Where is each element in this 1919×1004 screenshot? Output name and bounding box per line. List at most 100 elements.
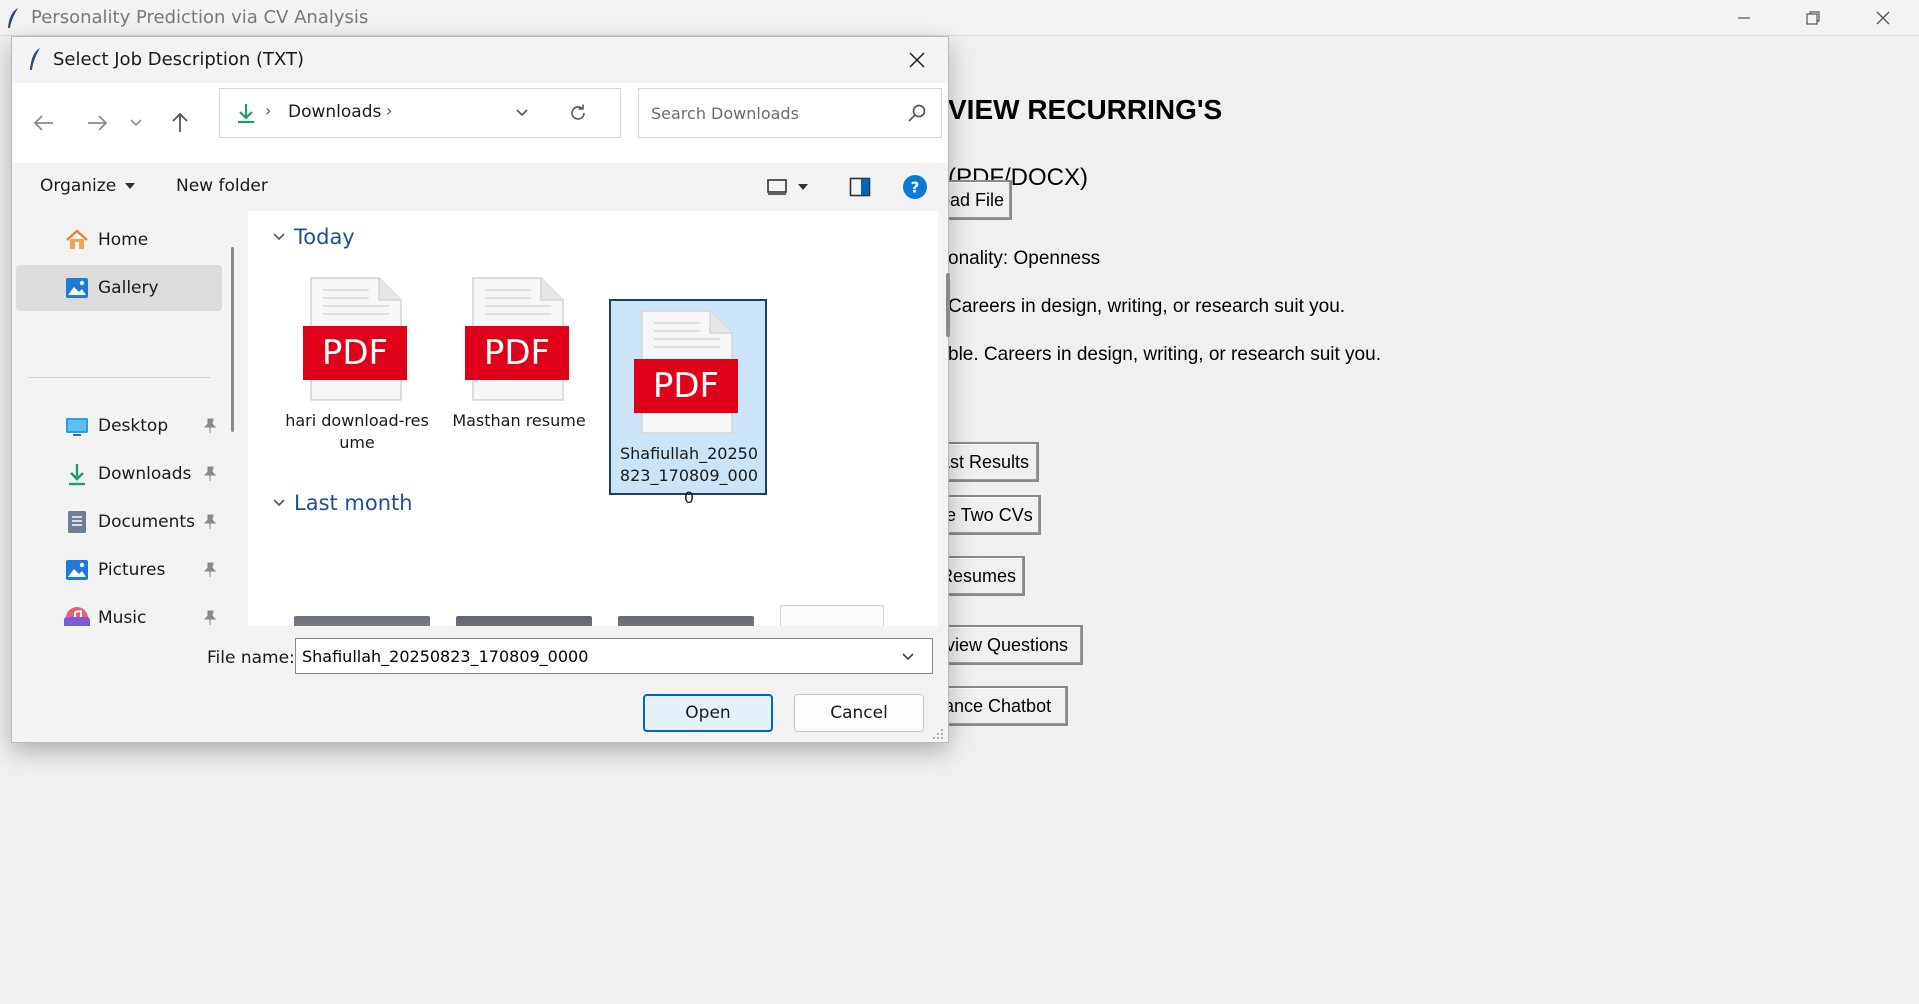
documents-icon <box>68 511 86 533</box>
nav-item-label: Pictures <box>98 560 166 580</box>
app-titlebar: Personality Prediction via CV Analysis <box>0 0 1919 36</box>
file-name: Shafiullah_20250823_170809_0000 <box>619 444 759 507</box>
group-header-label: Today <box>294 225 355 249</box>
pin-icon[interactable] <box>202 514 218 530</box>
guidance-chatbot-button[interactable]: lance Chatbot <box>930 686 1068 726</box>
file-type-label: PDF <box>322 333 388 373</box>
group-header-last-month[interactable]: Last month <box>272 491 413 515</box>
address-location[interactable]: Downloads <box>288 102 381 122</box>
nav-item-downloads[interactable]: Downloads <box>16 451 222 497</box>
search-input[interactable] <box>651 101 891 125</box>
nav-item-label: Gallery <box>98 278 159 298</box>
chevron-right-icon[interactable]: › <box>386 101 392 120</box>
file-name: hari download-resume <box>285 411 429 452</box>
search-icon[interactable] <box>905 101 929 125</box>
nav-item-label: Desktop <box>98 416 169 436</box>
file-item[interactable]: PDF hari download-resume <box>278 263 436 459</box>
chevron-right-icon: › <box>265 101 272 120</box>
pdf-file-icon: PDF <box>303 277 407 401</box>
file-name-dropdown-icon[interactable] <box>896 645 920 669</box>
dialog-toolbar: Organize New folder ? <box>12 163 948 211</box>
preview-pane-icon[interactable] <box>845 173 875 201</box>
navigation-pane-scrollbar[interactable] <box>231 247 234 432</box>
document-thumbnail[interactable] <box>780 605 884 626</box>
nav-item-pictures[interactable]: Pictures <box>16 547 222 593</box>
organize-button[interactable]: Organize <box>40 176 136 196</box>
pdf-file-icon: PDF <box>465 277 569 401</box>
resize-grip-icon[interactable] <box>930 726 944 740</box>
desktop-icon <box>66 418 88 436</box>
file-name: Masthan resume <box>452 411 586 430</box>
personality-result: onality: Openness <box>948 248 1101 269</box>
pin-icon[interactable] <box>202 610 218 626</box>
help-icon[interactable]: ? <box>900 173 930 201</box>
close-icon[interactable] <box>1848 0 1918 36</box>
videos-icon <box>64 617 90 626</box>
back-arrow-icon[interactable] <box>26 105 62 141</box>
file-list: Today PDF hari download-resume PDF Masth… <box>248 211 938 626</box>
dialog-footer: File name: Open Cancel <box>12 626 948 742</box>
organize-label: Organize <box>40 176 117 196</box>
dialog-title: Select Job Description (TXT) <box>53 49 305 70</box>
interview-questions-button[interactable]: rview Questions <box>930 625 1083 665</box>
navigation-bar: › Downloads › <box>12 83 948 163</box>
image-thumbnail[interactable] <box>294 616 430 626</box>
pin-icon[interactable] <box>202 466 218 482</box>
file-list-scrollbar[interactable] <box>946 273 950 337</box>
feather-icon <box>8 8 18 28</box>
dialog-close-icon[interactable] <box>902 45 932 75</box>
image-thumbnail[interactable] <box>618 616 754 626</box>
nav-item-gallery[interactable]: Gallery <box>16 265 222 311</box>
svg-text:?: ? <box>911 179 920 197</box>
file-name-label: File name: <box>207 648 295 668</box>
dialog-titlebar: Select Job Description (TXT) <box>12 37 948 83</box>
nav-item-label: Music <box>98 608 147 626</box>
pin-icon[interactable] <box>202 562 218 578</box>
caret-down-icon <box>125 183 136 189</box>
address-bar[interactable]: › Downloads › <box>219 88 621 138</box>
recent-locations-chevron-icon[interactable] <box>124 105 148 141</box>
file-item[interactable]: PDF Masthan resume <box>440 263 598 459</box>
chevron-down-icon <box>273 233 285 241</box>
nav-divider <box>28 377 210 378</box>
address-dropdown-icon[interactable] <box>510 101 534 125</box>
nav-item-label: Documents <box>98 512 195 532</box>
file-name-combobox[interactable] <box>295 638 933 674</box>
restore-icon[interactable] <box>1778 0 1848 36</box>
download-icon <box>238 104 254 124</box>
nav-item-documents[interactable]: Documents <box>16 499 222 545</box>
forward-arrow-icon[interactable] <box>79 105 115 141</box>
file-type-label: PDF <box>653 366 719 406</box>
cancel-button[interactable]: Cancel <box>794 694 924 732</box>
image-thumbnail[interactable] <box>456 616 592 626</box>
navigation-pane: Home Gallery Desktop Downloads Documents… <box>12 211 223 626</box>
group-header-label: Last month <box>294 491 413 515</box>
nav-item-label: Home <box>98 230 149 250</box>
chevron-down-icon <box>273 499 285 507</box>
file-open-dialog: Select Job Description (TXT) › Downloads… <box>11 36 950 743</box>
nav-item-music[interactable]: Music <box>16 595 222 626</box>
new-folder-button[interactable]: New folder <box>176 176 268 196</box>
pin-icon[interactable] <box>202 418 218 434</box>
downloads-icon <box>69 464 85 486</box>
minimize-icon[interactable] <box>1709 0 1779 36</box>
pdf-file-icon: PDF <box>634 310 738 434</box>
view-options-caret-icon[interactable] <box>794 173 812 201</box>
up-arrow-icon[interactable] <box>162 105 198 141</box>
gallery-icon <box>66 278 88 298</box>
file-name-input[interactable] <box>302 645 882 667</box>
nav-item-home[interactable]: Home <box>16 217 222 263</box>
feather-icon <box>30 48 40 70</box>
home-icon <box>66 229 88 249</box>
search-box[interactable] <box>638 88 942 138</box>
view-options-icon[interactable] <box>762 173 792 201</box>
group-header-today[interactable]: Today <box>272 225 355 249</box>
app-title: Personality Prediction via CV Analysis <box>31 7 369 28</box>
file-type-label: PDF <box>484 333 550 373</box>
career-suggestion-detail: ble. Careers in design, writing, or rese… <box>948 344 1381 365</box>
file-item-selected[interactable]: PDF Shafiullah_20250823_170809_0000 <box>609 299 767 507</box>
app-heading: VIEW RECURRING'S <box>948 94 1223 125</box>
nav-item-desktop[interactable]: Desktop <box>16 403 222 449</box>
open-button[interactable]: Open <box>643 694 773 732</box>
refresh-icon[interactable] <box>565 100 591 126</box>
